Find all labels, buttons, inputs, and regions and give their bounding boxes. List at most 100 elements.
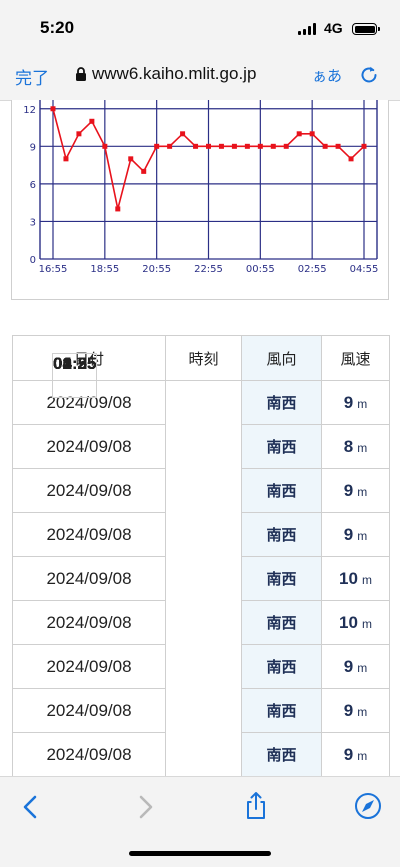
data-point: [218, 143, 224, 149]
table-row: 2024/09/08 01:55 南西 9m: [12, 353, 390, 689]
cell-direction: 南西: [241, 424, 322, 469]
speed-unit: m: [357, 704, 368, 719]
cell-speed: 9m: [321, 688, 390, 733]
table-row: 2024/09/08 03:25 南西 9m: [12, 353, 390, 557]
share-icon[interactable]: [243, 790, 269, 826]
cell-speed: 10 m: [321, 600, 390, 645]
network-type: 4G: [324, 20, 343, 36]
speed-unit: m: [357, 440, 368, 455]
data-point: [257, 143, 263, 149]
x-tick-label: 16:55: [39, 264, 68, 275]
data-point: [154, 143, 160, 149]
data-point: [270, 143, 276, 149]
data-point: [167, 143, 173, 149]
url-address-field[interactable]: www6.kaiho.mlit.go.jp: [92, 64, 256, 84]
speed-unit: m: [357, 748, 368, 763]
wind-speed-chart: 0 3 6 9 12 16:55 18:55 20:55 22:55 00:55 02:55 04:5…: [23, 100, 379, 275]
wind-data-table: 日付 時刻 風向 風速 2024/09/08 04:55 南西 9m 2024/…: [12, 335, 390, 777]
cell-date: 2024/09/08: [12, 600, 166, 645]
data-point: [141, 168, 147, 174]
browser-top-bar: 5:20 4G 完了 www6.kaiho.mlit.go.jp ぁあ: [0, 0, 400, 101]
y-tick-label: 6: [30, 180, 36, 191]
data-point: [206, 143, 211, 149]
speed-value: 9: [343, 656, 354, 676]
home-indicator: [129, 851, 271, 856]
data-point: [115, 206, 121, 212]
speed-unit: m: [357, 396, 368, 411]
cell-speed: 9m: [321, 644, 390, 689]
y-tick-label: 12: [23, 105, 36, 116]
wind-data-table-container: 日付 時刻 風向 風速 2024/09/08 04:55 南西 9m 2024/…: [12, 335, 390, 777]
data-point: [50, 106, 56, 112]
x-tick-label: 04:55: [350, 264, 379, 275]
cell-date: 2024/09/08: [12, 688, 166, 733]
cell-time: 00:55: [52, 353, 98, 398]
data-point: [231, 143, 237, 149]
done-button[interactable]: 完了: [15, 64, 49, 89]
reload-icon[interactable]: [358, 64, 380, 90]
cell-direction: 南西: [241, 556, 322, 601]
table-row: 2024/09/08 02:25 南西 10 m: [12, 353, 390, 645]
cellular-signal-icon: [298, 23, 316, 35]
speed-unit: m: [357, 660, 368, 675]
speed-value: 10: [339, 612, 358, 632]
data-point: [322, 143, 328, 149]
cell-speed: 10 m: [321, 556, 390, 601]
status-time: 5:20: [40, 18, 75, 37]
table-row: 2024/09/08 02:55 南西 10 m: [12, 353, 390, 601]
cell-date: 2024/09/08: [12, 424, 166, 469]
x-tick-label: 20:55: [142, 264, 171, 275]
speed-unit: m: [361, 572, 372, 587]
table-row: 2024/09/08 04:25 南西 8m: [12, 353, 390, 469]
speed-value: 9: [343, 744, 354, 764]
back-icon[interactable]: [20, 794, 42, 824]
cell-date: 2024/09/08: [12, 644, 166, 689]
y-tick-label: 3: [30, 217, 36, 228]
header-time: 時刻: [165, 335, 242, 381]
y-tick-label: 9: [30, 142, 36, 153]
y-tick-label: 0: [30, 255, 36, 266]
data-point: [102, 143, 108, 149]
header-direction: 風向: [241, 335, 322, 381]
x-tick-label: 02:55: [298, 264, 327, 275]
cell-date: 2024/09/08: [12, 556, 166, 601]
data-point: [283, 143, 289, 149]
x-tick-label: 00:55: [246, 264, 275, 275]
compass-icon[interactable]: [354, 792, 382, 824]
data-point: [244, 143, 250, 149]
cell-direction: 南西: [241, 468, 322, 513]
data-point: [309, 131, 315, 137]
cell-direction: 南西: [241, 600, 322, 645]
text-size-button[interactable]: ぁあ: [312, 65, 342, 86]
cell-date: 2024/09/08: [12, 732, 166, 777]
forward-icon[interactable]: [134, 794, 156, 824]
speed-unit: m: [361, 616, 372, 631]
x-tick-label: 22:55: [194, 264, 223, 275]
data-point: [335, 143, 341, 149]
speed-value: 10: [339, 568, 358, 588]
speed-value: 8: [343, 436, 354, 456]
cell-direction: 南西: [241, 512, 322, 557]
speed-unit: m: [357, 484, 368, 499]
header-speed: 風速: [321, 335, 390, 381]
cell-direction: 南西: [241, 732, 322, 777]
cell-speed: 9m: [321, 512, 390, 557]
x-tick-label: 18:55: [90, 264, 119, 275]
table-row: 2024/09/08 01:25 南西 9m: [12, 353, 390, 733]
data-point: [89, 118, 95, 124]
cell-speed: 9m: [321, 468, 390, 513]
speed-value: 9: [343, 392, 354, 412]
cell-direction: 南西: [241, 644, 322, 689]
cell-date: 2024/09/08: [12, 468, 166, 513]
speed-unit: m: [357, 528, 368, 543]
speed-value: 9: [343, 700, 354, 720]
cell-direction: 南西: [241, 688, 322, 733]
battery-icon: [352, 23, 380, 35]
data-point: [180, 131, 186, 137]
data-point: [348, 156, 354, 162]
lock-icon: [75, 66, 87, 86]
data-point: [63, 156, 69, 162]
cell-speed: 9m: [321, 380, 390, 425]
status-bar: 5:20 4G: [0, 0, 400, 50]
table-row: 2024/09/08 03:55 南西 9m: [12, 353, 390, 513]
